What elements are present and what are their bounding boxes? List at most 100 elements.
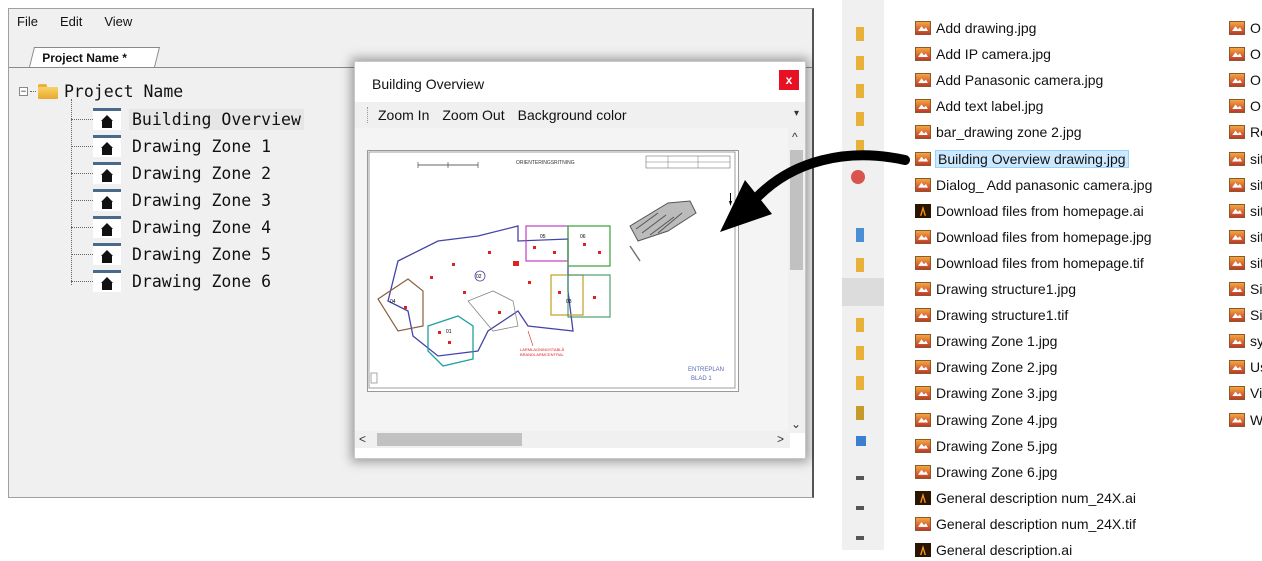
- folder-icon[interactable]: [856, 346, 864, 360]
- file-name: Us: [1250, 359, 1262, 376]
- file-item[interactable]: bar_drawing zone 2.jpg: [915, 121, 1082, 143]
- image-file-icon: [915, 151, 931, 166]
- file-item[interactable]: Drawing Zone 5.jpg: [915, 435, 1057, 457]
- file-item[interactable]: O: [1229, 17, 1261, 39]
- file-item[interactable]: Drawing Zone 4.jpg: [915, 409, 1057, 431]
- folder-icon[interactable]: [856, 318, 864, 332]
- computer-icon[interactable]: [856, 228, 864, 242]
- file-item[interactable]: Add text label.jpg: [915, 95, 1043, 117]
- horizontal-scrollbar[interactable]: < >: [355, 431, 790, 448]
- scroll-down-icon[interactable]: ⌄: [791, 417, 801, 431]
- file-item[interactable]: sy: [1229, 330, 1262, 352]
- drive-icon[interactable]: [856, 536, 864, 540]
- image-file-icon: [1229, 177, 1245, 192]
- folder-icon[interactable]: [856, 56, 864, 70]
- file-item[interactable]: O: [1229, 69, 1261, 91]
- file-item[interactable]: Drawing Zone 2.jpg: [915, 356, 1057, 378]
- file-item[interactable]: Add Panasonic camera.jpg: [915, 69, 1103, 91]
- folder-icon[interactable]: [856, 140, 864, 154]
- file-name: bar_drawing zone 2.jpg: [936, 124, 1082, 141]
- image-file-icon: [915, 412, 931, 427]
- drive-icon[interactable]: [856, 506, 864, 510]
- tree-item-drawing-zone-4[interactable]: Drawing Zone 4: [71, 215, 274, 239]
- tree-root-item[interactable]: − Project Name: [19, 79, 183, 103]
- file-item[interactable]: Si: [1229, 304, 1262, 326]
- close-button[interactable]: x: [779, 70, 799, 90]
- scroll-up-icon[interactable]: ^: [792, 130, 798, 144]
- folder-icon[interactable]: [856, 406, 864, 420]
- tree-item-drawing-zone-3[interactable]: Drawing Zone 3: [71, 188, 274, 212]
- scroll-right-icon[interactable]: >: [777, 432, 784, 446]
- tree-item-building-overview[interactable]: Building Overview: [71, 107, 304, 131]
- file-item[interactable]: Dialog_ Add panasonic camera.jpg: [915, 174, 1152, 196]
- file-item[interactable]: sit: [1229, 174, 1262, 196]
- file-item[interactable]: sit: [1229, 200, 1262, 222]
- file-name: Add IP camera.jpg: [936, 46, 1051, 63]
- file-item[interactable]: Re: [1229, 121, 1262, 143]
- network-icon[interactable]: [856, 436, 866, 446]
- file-item[interactable]: Download files from homepage.tif: [915, 252, 1144, 274]
- drawing-canvas[interactable]: ORIENTERINGSRITNING 05 06 04 03 01 02 LA…: [355, 128, 790, 433]
- file-item[interactable]: O: [1229, 43, 1261, 65]
- floor-plan-image: ORIENTERINGSRITNING 05 06 04 03 01 02 LA…: [367, 150, 739, 392]
- file-item[interactable]: Download files from homepage.jpg: [915, 226, 1152, 248]
- zoom-in-button[interactable]: Zoom In: [378, 107, 429, 123]
- folder-icon[interactable]: [856, 27, 864, 41]
- vertical-scroll-thumb[interactable]: [790, 150, 803, 270]
- horizontal-scroll-thumb[interactable]: [377, 433, 522, 446]
- vertical-scrollbar[interactable]: ^ ⌄: [788, 128, 805, 433]
- nav-item-selected[interactable]: [842, 278, 884, 306]
- tree-item-label: Drawing Zone 4: [132, 217, 272, 237]
- tree-item-drawing-zone-6[interactable]: Drawing Zone 6: [71, 269, 274, 293]
- illustrator-file-icon: [915, 543, 931, 557]
- file-item[interactable]: Drawing Zone 1.jpg: [915, 330, 1057, 352]
- file-item[interactable]: sit: [1229, 226, 1262, 248]
- file-name: General description num_24X.tif: [936, 515, 1136, 532]
- drawing-icon: [93, 270, 121, 292]
- tree-item-drawing-zone-2[interactable]: Drawing Zone 2: [71, 161, 274, 185]
- file-item[interactable]: General description.ai: [915, 539, 1072, 561]
- file-item[interactable]: Drawing Zone 6.jpg: [915, 461, 1057, 483]
- app-icon[interactable]: [851, 170, 865, 184]
- file-item[interactable]: Add drawing.jpg: [915, 17, 1036, 39]
- file-item[interactable]: Si: [1229, 278, 1262, 300]
- tab-project-name[interactable]: Project Name *: [29, 47, 160, 67]
- file-item[interactable]: sit: [1229, 148, 1262, 170]
- file-item[interactable]: Building Overview drawing.jpg: [915, 148, 1129, 170]
- file-item[interactable]: General description num_24X.ai: [915, 487, 1136, 509]
- image-file-icon: [915, 255, 931, 270]
- file-item[interactable]: sit: [1229, 252, 1262, 274]
- menu-file[interactable]: File: [17, 14, 38, 29]
- folder-icon[interactable]: [856, 84, 864, 98]
- file-item[interactable]: O: [1229, 95, 1261, 117]
- file-item[interactable]: Us: [1229, 356, 1262, 378]
- file-name: Drawing Zone 5.jpg: [936, 437, 1058, 454]
- file-name: Drawing Zone 4.jpg: [936, 411, 1058, 428]
- background-color-button[interactable]: Background color: [518, 107, 627, 123]
- menu-view[interactable]: View: [104, 14, 132, 29]
- file-item[interactable]: Drawing Zone 3.jpg: [915, 382, 1057, 404]
- folder-icon[interactable]: [856, 112, 864, 126]
- file-item[interactable]: Drawing structure1.tif: [915, 304, 1068, 326]
- zoom-out-button[interactable]: Zoom Out: [442, 107, 504, 123]
- image-file-icon: [915, 308, 931, 323]
- image-file-icon: [915, 438, 931, 453]
- tree-item-drawing-zone-1[interactable]: Drawing Zone 1: [71, 134, 274, 158]
- folder-icon[interactable]: [856, 258, 864, 272]
- file-item[interactable]: General description num_24X.tif: [915, 513, 1136, 535]
- file-item[interactable]: Drawing structure1.jpg: [915, 278, 1076, 300]
- tree-item-drawing-zone-5[interactable]: Drawing Zone 5: [71, 242, 274, 266]
- file-item[interactable]: Add IP camera.jpg: [915, 43, 1051, 65]
- toolbar-grip[interactable]: [367, 107, 370, 123]
- scroll-left-icon[interactable]: <: [359, 432, 366, 446]
- drawing-footer-2: BLAD 1: [691, 376, 712, 382]
- file-name: Drawing Zone 2.jpg: [936, 359, 1058, 376]
- folder-icon[interactable]: [856, 376, 864, 390]
- menu-edit[interactable]: Edit: [60, 14, 82, 29]
- drive-icon[interactable]: [856, 476, 864, 480]
- file-item[interactable]: Vi: [1229, 382, 1262, 404]
- file-item[interactable]: Download files from homepage.ai: [915, 200, 1144, 222]
- toolbar-overflow-icon[interactable]: ▾: [794, 108, 799, 119]
- collapse-icon[interactable]: −: [19, 86, 28, 96]
- file-item[interactable]: W: [1229, 409, 1262, 431]
